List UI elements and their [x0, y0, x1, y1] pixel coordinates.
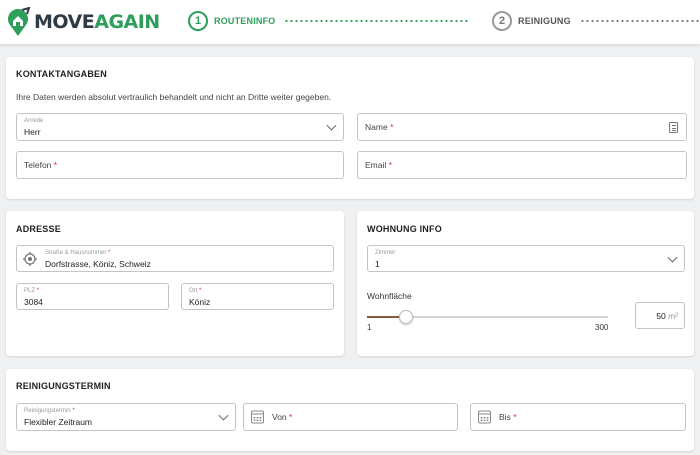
cleaning-date-card: REINIGUNGSTERMIN Reinigungstermin * Flex… [6, 369, 694, 451]
rooms-value: 1 [375, 259, 380, 269]
step-label: ROUTENINFO [214, 16, 276, 26]
section-title: KONTAKTANGABEN [16, 69, 107, 79]
calendar-icon [478, 410, 491, 424]
area-input[interactable]: 50 m² [635, 302, 685, 329]
chevron-down-icon [218, 410, 229, 421]
section-title: REINIGUNGSTERMIN [16, 381, 111, 391]
date-from-field[interactable]: Von * [243, 403, 458, 431]
address-card: ADRESSE Straße & Hausnummer * Dorfstrass… [6, 211, 344, 356]
chevron-down-icon [667, 252, 678, 263]
step-connector [580, 20, 700, 22]
date-to-field[interactable]: Bis * [470, 403, 686, 431]
slider-min: 1 [367, 323, 372, 332]
name-field[interactable]: Name * [357, 113, 687, 141]
step-number: 1 [188, 11, 208, 31]
area-slider[interactable] [367, 310, 608, 324]
section-title: ADRESSE [16, 224, 61, 234]
rooms-select[interactable]: Zimmer 1 [367, 245, 685, 272]
step-route-info[interactable]: 1 ROUTENINFO [188, 10, 276, 32]
area-unit: m² [668, 310, 678, 321]
top-bar: MOVEAGAIN 1 ROUTENINFO 2 REINIGUNG [0, 0, 700, 44]
brand-logo[interactable]: MOVEAGAIN [4, 6, 160, 37]
contact-card: KONTAKTANGABEN Ihre Daten werden absolut… [6, 57, 694, 199]
salutation-select[interactable]: Anrede Herr [16, 113, 344, 141]
step-label: REINIGUNG [518, 16, 571, 26]
cleaning-date-value: Flexibler Zeitraum [24, 417, 93, 427]
calendar-icon [251, 410, 264, 424]
contact-card-icon [669, 122, 678, 133]
step-number: 2 [492, 11, 512, 31]
phone-field[interactable]: Telefon * [16, 151, 344, 179]
area-value: 50 [656, 310, 666, 321]
slider-max: 300 [595, 323, 609, 332]
street-value: Dorfstrasse, Köniz, Schweiz [45, 259, 151, 269]
slider-handle[interactable] [399, 310, 414, 324]
email-field[interactable]: Email * [357, 151, 687, 179]
brand-wordmark: MOVEAGAIN [34, 11, 160, 33]
step-connector [284, 20, 468, 22]
street-field[interactable]: Straße & Hausnummer * Dorfstrasse, Köniz… [16, 245, 334, 272]
zip-field[interactable]: PLZ * 3084 [16, 283, 169, 310]
privacy-notice: Ihre Daten werden absolut vertraulich be… [16, 92, 332, 102]
city-value: Köniz [189, 297, 211, 307]
area-label: Wohnfläche [367, 291, 412, 301]
section-title: WOHNUNG INFO [367, 224, 442, 234]
chevron-down-icon [326, 120, 337, 131]
apartment-card: WOHNUNG INFO Zimmer 1 Wohnfläche 1 300 5… [357, 211, 694, 356]
cleaning-date-select[interactable]: Reinigungstermin * Flexibler Zeitraum [16, 403, 236, 431]
step-cleaning[interactable]: 2 REINIGUNG [492, 10, 571, 32]
zip-value: 3084 [24, 297, 43, 307]
house-pin-icon [4, 6, 32, 37]
city-field[interactable]: Ort * Köniz [181, 283, 334, 310]
location-target-icon [23, 252, 37, 266]
salutation-value: Herr [24, 127, 41, 137]
